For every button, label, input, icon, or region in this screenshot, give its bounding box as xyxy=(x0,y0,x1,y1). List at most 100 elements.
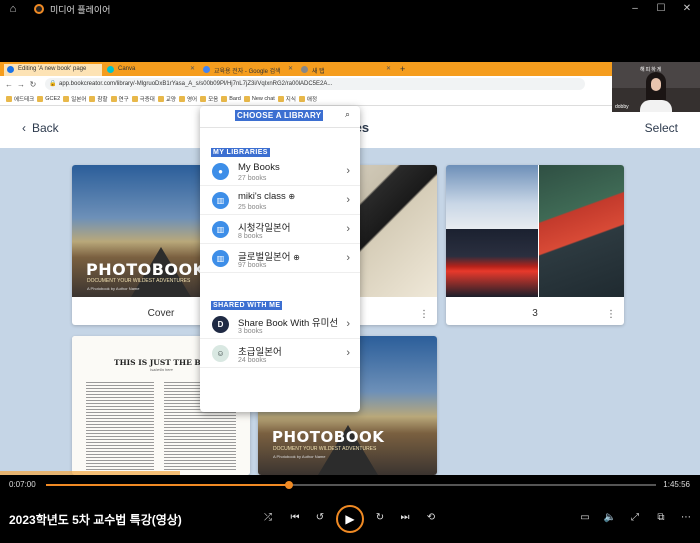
google-favicon-icon xyxy=(203,66,210,73)
cover-photobook-subtitle: DOCUMENT YOUR WILDEST ADVENTURES xyxy=(87,278,191,284)
player-title-bar: ⌂ 미디어 플레이어 xyxy=(0,0,700,18)
cover-byline: A Photobook by Author Name xyxy=(87,286,140,291)
bookmark-item[interactable]: 연구 xyxy=(110,95,129,103)
bookmark-item[interactable]: 교양 xyxy=(157,95,176,103)
media-player-window: ⌂ 미디어 플레이어 – ☐ ✕ Editing 'A new book' pa… xyxy=(0,0,700,543)
library-book-count: 27 books xyxy=(238,175,267,182)
library-item-share-book[interactable]: D Share Book With 유미선 3 books › xyxy=(200,311,360,339)
bookmark-item[interactable]: GCE2 xyxy=(37,95,60,102)
seek-handle[interactable] xyxy=(284,481,293,489)
page-card-3[interactable]: 3 ⋮ xyxy=(446,165,624,325)
previous-icon[interactable]: ⏮ xyxy=(287,512,303,523)
bookmark-item[interactable]: 참할 xyxy=(89,95,108,103)
library-initial-avatar: D xyxy=(212,316,229,333)
select-button[interactable]: Select xyxy=(645,121,678,135)
webcam-overlay: 해피하게 dobby xyxy=(612,62,700,112)
library-name: 초급일본어 xyxy=(238,347,282,358)
close-tab-icon[interactable]: ✕ xyxy=(190,65,195,72)
browser-tab[interactable]: 교육용 전자 - Google 검색 ✕ xyxy=(200,64,296,76)
play-icon: ▶ xyxy=(345,512,355,526)
bookmark-item[interactable]: New chat xyxy=(243,95,275,102)
choose-library-dropdown: CHOOSE A LIBRARY ⌕ MY LIBRARIES ● My Boo… xyxy=(200,106,360,412)
library-item-mikis-class[interactable]: ▥ miki's class ⊕ 25 books › xyxy=(200,187,360,215)
lock-icon: 🔒 xyxy=(49,81,57,87)
canva-favicon-icon xyxy=(107,66,114,73)
night-traffic-photo xyxy=(446,229,538,297)
spread-byline: Isabella here xyxy=(150,367,173,372)
browser-tab[interactable]: 새 탭 ✕ xyxy=(298,64,394,76)
cyclist-photo xyxy=(539,165,624,297)
library-item-my-books[interactable]: ● My Books 27 books › xyxy=(200,158,360,186)
next-icon[interactable]: ⏭ xyxy=(397,512,413,523)
total-time: 1:45:56 xyxy=(663,480,690,489)
close-tab-icon[interactable]: ✕ xyxy=(386,65,391,72)
address-bar-row: ← → ↻ 🔒 app.bookcreator.com/library/-Mlg… xyxy=(0,76,612,92)
shared-browser-screen: Editing 'A new book' page Canva ✕ 교육용 전자… xyxy=(0,62,700,475)
bookmark-item[interactable]: 모음 xyxy=(200,95,218,103)
maximize-icon[interactable]: ☐ xyxy=(648,0,674,18)
library-book-count: 97 books xyxy=(238,262,267,269)
bookmark-item[interactable]: 에드테크 xyxy=(6,95,34,103)
bookmark-item[interactable]: 지식 xyxy=(277,95,296,103)
player-controls: 0:07:00 1:45:56 2023학년도 5차 교수법 특강(영상) ⤮ … xyxy=(0,475,700,543)
photobook-byline: A Photobook by Author Name xyxy=(273,454,326,459)
bookmark-item[interactable]: 극증대 xyxy=(131,95,155,103)
airplane-wing-photo xyxy=(446,165,538,229)
library-item-global-japanese[interactable]: ▥ 글로벌일본어 ⊕ 97 books › xyxy=(200,245,360,273)
forward-nav-icon[interactable]: → xyxy=(15,80,27,89)
search-icon[interactable]: ⌕ xyxy=(345,109,350,120)
cover-photobook-title: PHOTOBOOK xyxy=(86,260,206,279)
chevron-right-icon: › xyxy=(346,347,350,359)
close-tab-icon[interactable]: ✕ xyxy=(288,65,293,72)
bookcreator-pages-view: ‹ Back Pages Select PHOTOBOOK DOCUMENT Y… xyxy=(0,106,700,475)
bookmark-item[interactable]: 애정 xyxy=(298,95,317,103)
library-book-count: 24 books xyxy=(238,357,267,364)
webcam-participant-name: dobby xyxy=(615,104,629,110)
browser-tab-strip: Editing 'A new book' page Canva ✕ 교육용 전자… xyxy=(0,62,700,76)
library-name: 시청각일본어 xyxy=(238,223,291,234)
bookmark-item[interactable]: Bard xyxy=(221,95,241,102)
more-options-icon[interactable]: ⋮ xyxy=(419,310,429,320)
more-options-icon[interactable]: ⋮ xyxy=(606,310,616,320)
url-field[interactable]: 🔒 app.bookcreator.com/library/-MlgruoDxB… xyxy=(45,78,585,90)
library-item-audiovisual-japanese[interactable]: ▥ 시청각일본어 8 books › xyxy=(200,216,360,244)
tab-label: Editing 'A new book' page xyxy=(18,66,87,72)
rewind-10-icon[interactable]: ↺ xyxy=(312,512,328,523)
page-card-label: 3 xyxy=(532,308,538,319)
browser-tab[interactable]: Editing 'A new book' page xyxy=(4,64,102,76)
new-tab-icon[interactable]: + xyxy=(400,64,405,74)
elapsed-time: 0:07:00 xyxy=(9,480,36,489)
media-title: 2023학년도 5차 교수법 특강(영상) xyxy=(9,513,182,527)
reload-icon[interactable]: ↻ xyxy=(27,80,39,89)
library-name: 글로벌일본어 ⊕ xyxy=(238,252,300,263)
shuffle-icon[interactable]: ⤮ xyxy=(260,512,276,523)
library-item-beginner-japanese[interactable]: ☺ 초급일본어 24 books › xyxy=(200,340,360,368)
photobook-title: PHOTOBOOK xyxy=(272,428,385,446)
bookmark-item[interactable]: 일본어 xyxy=(63,95,86,103)
play-button[interactable]: ▶ xyxy=(336,505,364,533)
mini-player-icon[interactable]: ⧉ xyxy=(653,512,669,523)
seek-progress xyxy=(46,484,289,486)
my-libraries-heading: MY LIBRARIES xyxy=(211,148,270,157)
person-icon: ● xyxy=(212,163,229,180)
bookmark-item[interactable]: 영어 xyxy=(178,95,197,103)
fullscreen-icon[interactable]: ⤢ xyxy=(627,512,643,523)
volume-icon[interactable]: 🔈 xyxy=(602,512,618,523)
choose-library-title: CHOOSE A LIBRARY xyxy=(235,110,324,121)
library-name: miki's class ⊕ xyxy=(238,191,296,202)
browser-tab[interactable]: Canva ✕ xyxy=(104,64,198,76)
home-icon[interactable]: ⌂ xyxy=(6,2,20,16)
forward-30-icon[interactable]: ↻ xyxy=(372,512,388,523)
seek-bar[interactable] xyxy=(46,481,656,489)
tab-label: 새 탭 xyxy=(312,69,325,75)
back-nav-icon[interactable]: ← xyxy=(3,80,15,89)
library-book-count: 25 books xyxy=(238,204,267,211)
globe-icon: ⊕ xyxy=(288,192,296,201)
library-book-count: 3 books xyxy=(238,328,263,335)
subtitles-icon[interactable]: ▭ xyxy=(577,512,593,523)
minimize-icon[interactable]: – xyxy=(622,0,648,18)
close-icon[interactable]: ✕ xyxy=(674,0,700,18)
more-options-icon[interactable]: ⋯ xyxy=(678,512,694,523)
library-name: Share Book With 유미선 xyxy=(238,318,339,329)
repeat-icon[interactable]: ⟲ xyxy=(423,512,439,523)
